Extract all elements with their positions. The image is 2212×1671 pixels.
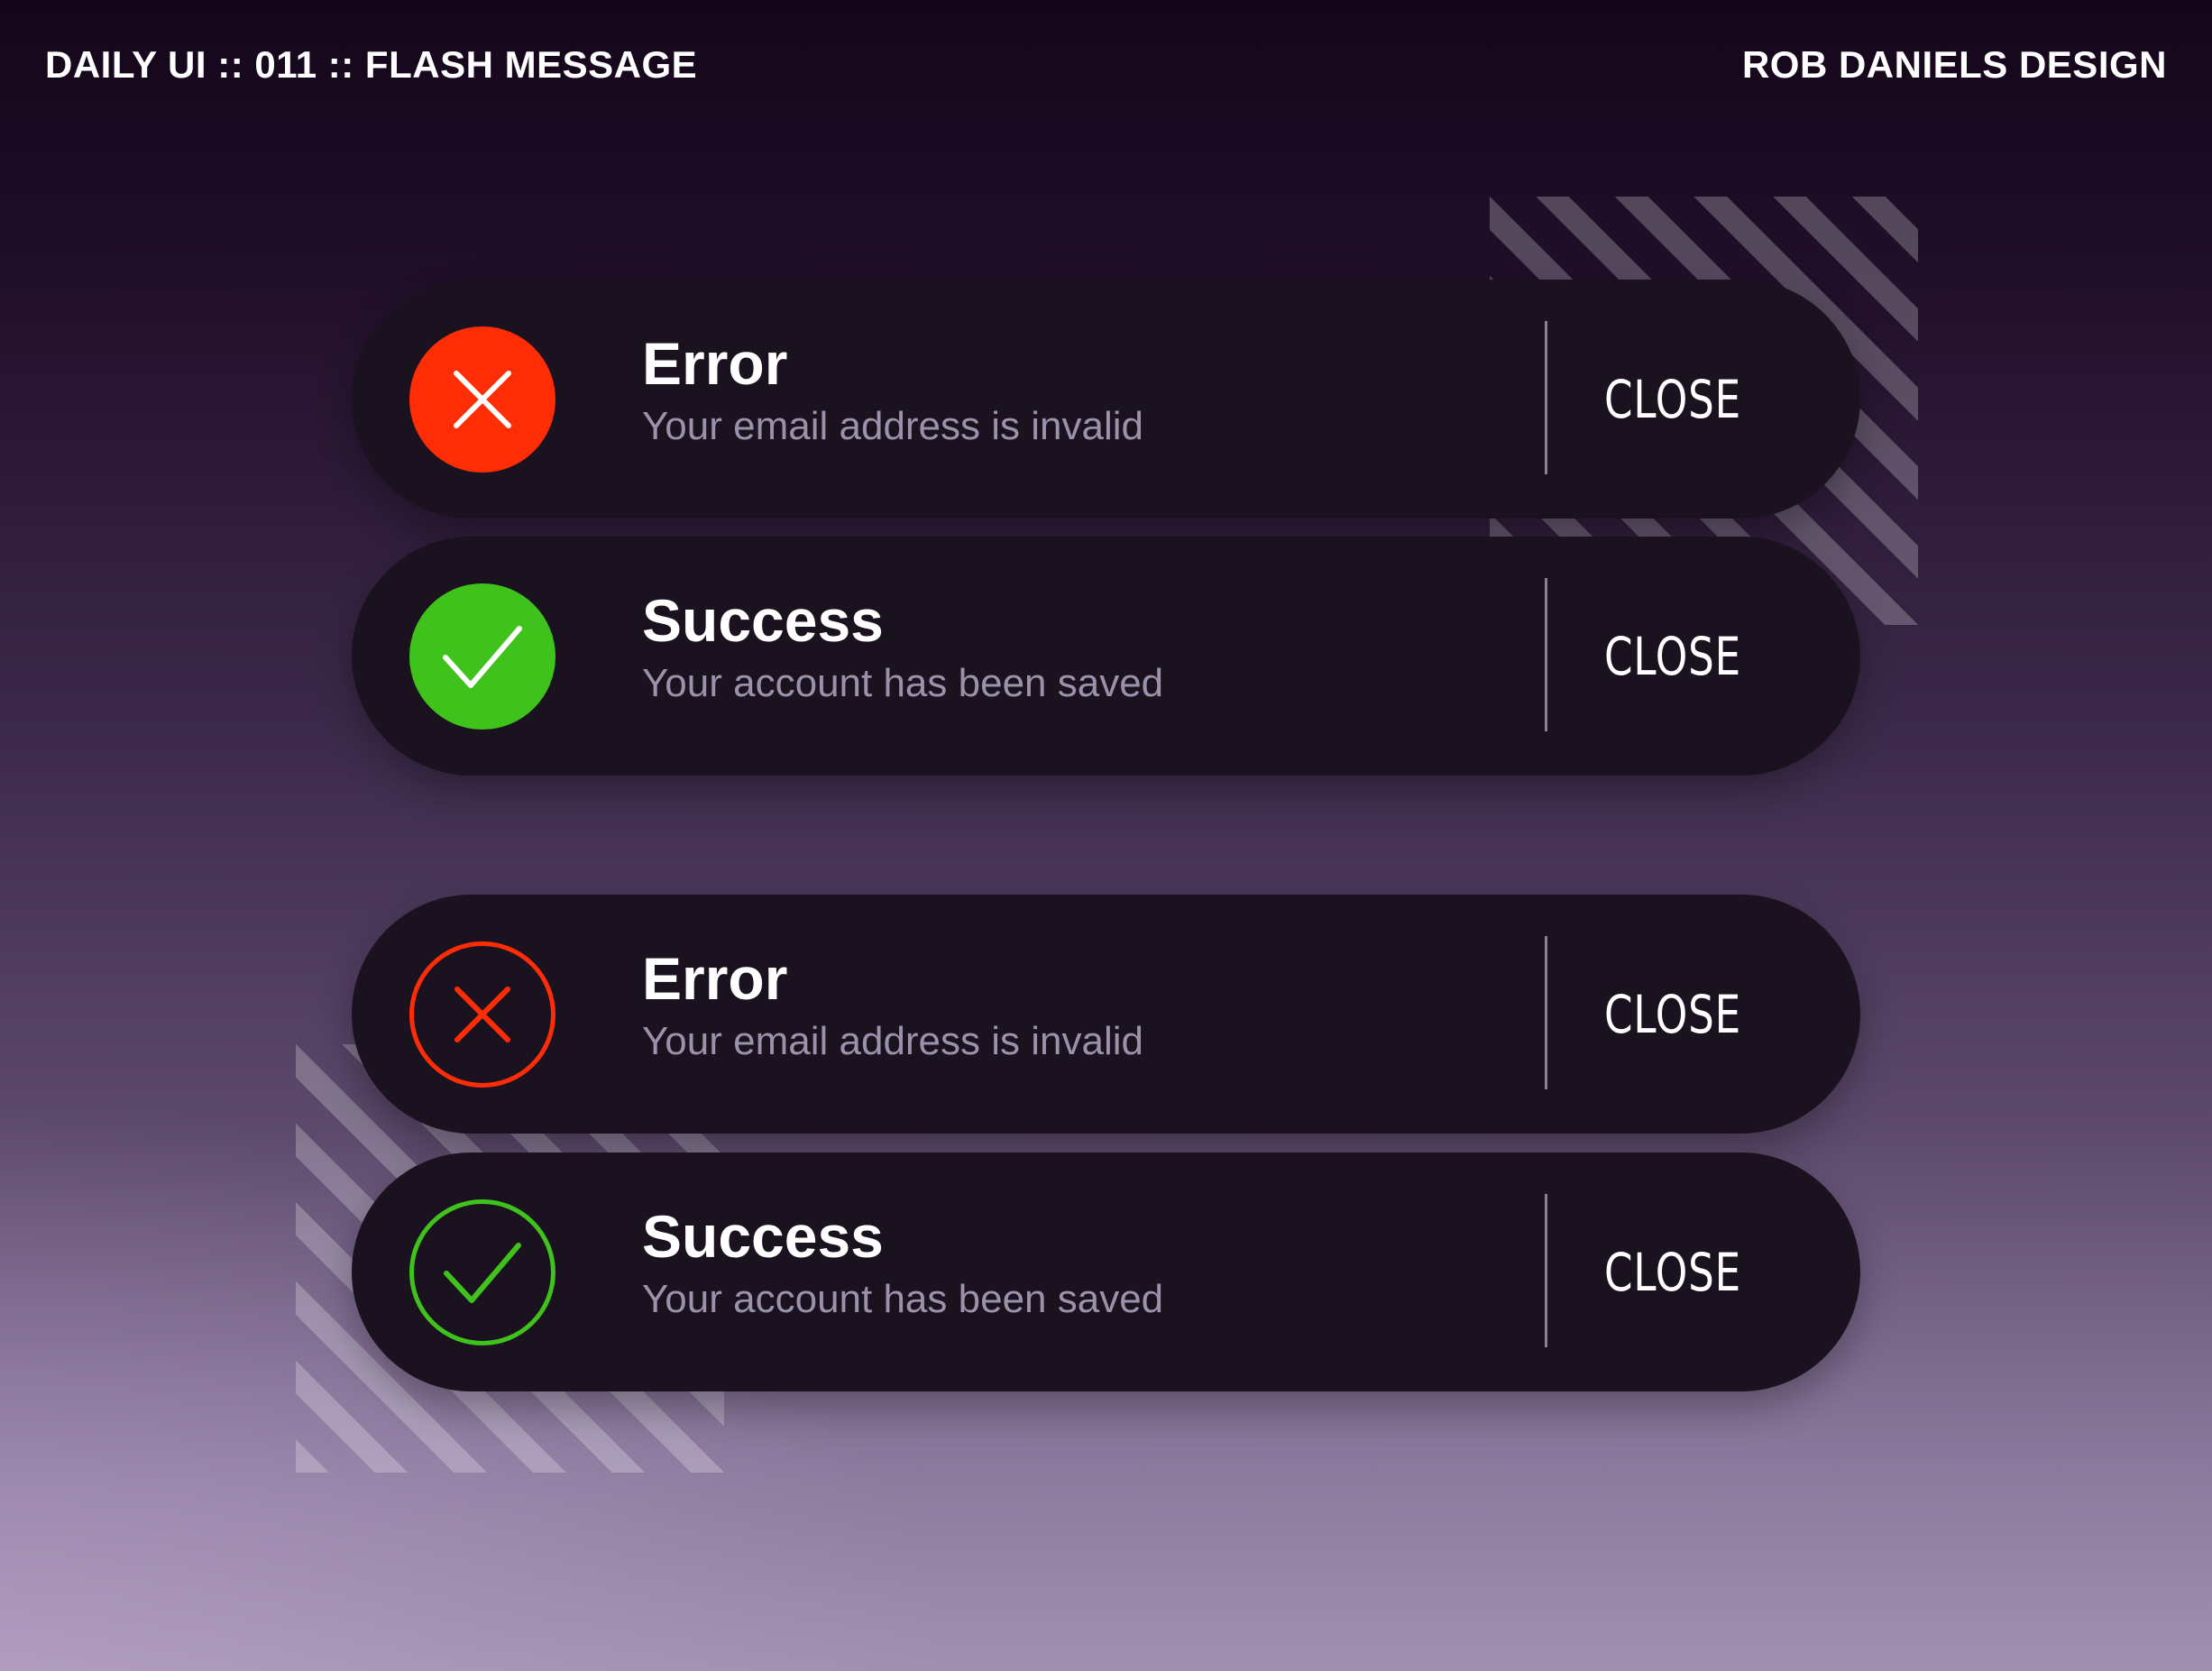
flash-message-text: Your account has been saved <box>642 661 1164 705</box>
brand-name: ROB DANIELS DESIGN <box>1741 43 2167 86</box>
error-icon <box>409 326 555 473</box>
divider <box>1545 1194 1547 1347</box>
divider <box>1545 936 1547 1089</box>
error-icon <box>409 941 555 1088</box>
close-button[interactable]: CLOSE <box>1578 895 1768 1134</box>
flash-title: Success <box>642 587 884 654</box>
close-button[interactable]: CLOSE <box>1578 537 1768 776</box>
page-title: DAILY UI :: 011 :: FLASH MESSAGE <box>45 43 698 86</box>
close-button[interactable]: CLOSE <box>1578 280 1768 519</box>
flash-message-success: Success Your account has been saved CLOS… <box>352 1152 1860 1391</box>
close-button[interactable]: CLOSE <box>1578 1152 1768 1391</box>
flash-message-text: Your email address is invalid <box>642 1019 1143 1063</box>
check-icon <box>409 583 555 730</box>
flash-title: Error <box>642 330 788 397</box>
check-icon <box>409 1199 555 1345</box>
divider <box>1545 321 1547 474</box>
flash-title: Success <box>642 1203 884 1270</box>
divider <box>1545 578 1547 731</box>
flash-message-error: Error Your email address is invalid CLOS… <box>352 895 1860 1134</box>
flash-message-text: Your email address is invalid <box>642 404 1143 448</box>
flash-title: Error <box>642 945 788 1012</box>
flash-message-success: Success Your account has been saved CLOS… <box>352 537 1860 776</box>
flash-message-text: Your account has been saved <box>642 1277 1164 1321</box>
flash-message-error: Error Your email address is invalid CLOS… <box>352 280 1860 519</box>
